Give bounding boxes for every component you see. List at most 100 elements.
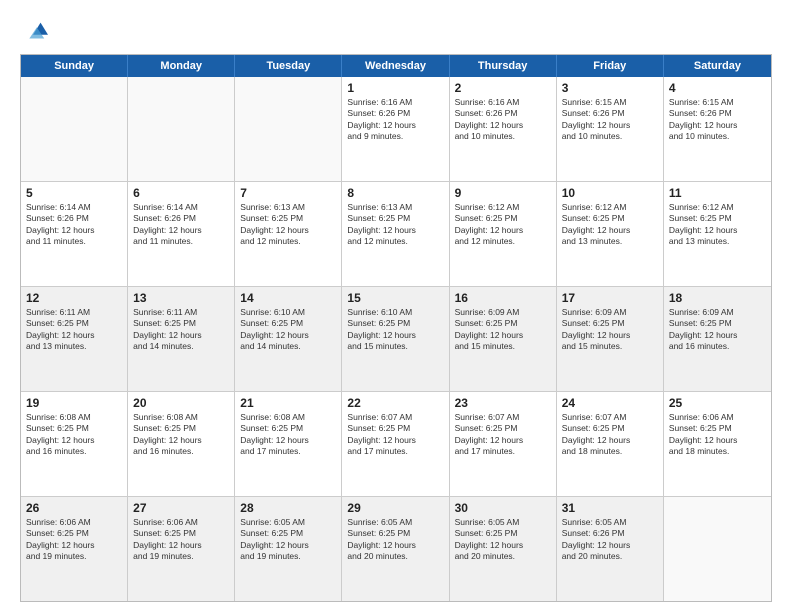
day-cell-27: 27Sunrise: 6:06 AM Sunset: 6:25 PM Dayli… [128, 497, 235, 601]
calendar-row-4: 26 Sunrise: 6:06 AM Sunset: 6:25 PM Dayli… [21, 497, 771, 601]
calendar: SundayMondayTuesdayWednesdayThursdayFrid… [20, 54, 772, 602]
day-cell-5: 5 Sunrise: 6:14 AM Sunset: 6:26 PM Daylig… [21, 182, 128, 286]
day-number: 16 [455, 291, 551, 305]
day-number: 5 [26, 186, 122, 200]
day-cell-23: 23 Sunrise: 6:07 AM Sunset: 6:25 PM Dayli… [450, 392, 557, 496]
day-info: Sunrise: 6:09 AM Sunset: 6:25 PM Dayligh… [562, 307, 658, 353]
day-number: 19 [26, 396, 122, 410]
day-number: 1 [347, 81, 443, 95]
day-number: 2 [455, 81, 551, 95]
day-number: 10 [562, 186, 658, 200]
day-info: Sunrise: 6:09 AM Sunset: 6:25 PM Dayligh… [455, 307, 551, 353]
day-info: Sunrise: 6:06 AM Sunset: 6:25 PM Dayligh… [669, 412, 766, 458]
day-info: Sunrise: 6:08 AM Sunset: 6:25 PM Dayligh… [240, 412, 336, 458]
day-info: Sunrise: 6:08 AM Sunset: 6:25 PM Dayligh… [26, 412, 122, 458]
empty-cell-r0c2 [235, 77, 342, 181]
day-number: 20 [133, 396, 229, 410]
day-cell-4: 4 Sunrise: 6:15 AM Sunset: 6:26 PM Daylig… [664, 77, 771, 181]
calendar-row-1: 5 Sunrise: 6:14 AM Sunset: 6:26 PM Daylig… [21, 182, 771, 287]
day-cell-15: 15Sunrise: 6:10 AM Sunset: 6:25 PM Dayli… [342, 287, 449, 391]
calendar-row-0: 1 Sunrise: 6:16 AM Sunset: 6:26 PM Daylig… [21, 77, 771, 182]
day-number: 6 [133, 186, 229, 200]
day-info: Sunrise: 6:07 AM Sunset: 6:25 PM Dayligh… [562, 412, 658, 458]
day-info: Sunrise: 6:11 AM Sunset: 6:25 PM Dayligh… [133, 307, 229, 353]
day-cell-19: 19 Sunrise: 6:08 AM Sunset: 6:25 PM Dayli… [21, 392, 128, 496]
day-info: Sunrise: 6:05 AM Sunset: 6:25 PM Dayligh… [347, 517, 443, 563]
day-info: Sunrise: 6:15 AM Sunset: 6:26 PM Dayligh… [669, 97, 766, 143]
day-cell-10: 10Sunrise: 6:12 AM Sunset: 6:25 PM Dayli… [557, 182, 664, 286]
day-number: 22 [347, 396, 443, 410]
day-number: 9 [455, 186, 551, 200]
logo [20, 18, 54, 46]
day-number: 3 [562, 81, 658, 95]
calendar-header: SundayMondayTuesdayWednesdayThursdayFrid… [21, 55, 771, 77]
header [20, 18, 772, 46]
day-cell-22: 22 Sunrise: 6:07 AM Sunset: 6:25 PM Dayli… [342, 392, 449, 496]
day-number: 12 [26, 291, 122, 305]
weekday-header-monday: Monday [128, 55, 235, 77]
day-number: 28 [240, 501, 336, 515]
day-cell-12: 12 Sunrise: 6:11 AM Sunset: 6:25 PM Dayli… [21, 287, 128, 391]
day-number: 23 [455, 396, 551, 410]
day-number: 31 [562, 501, 658, 515]
page: SundayMondayTuesdayWednesdayThursdayFrid… [0, 0, 792, 612]
day-info: Sunrise: 6:14 AM Sunset: 6:26 PM Dayligh… [26, 202, 122, 248]
day-cell-14: 14Sunrise: 6:10 AM Sunset: 6:25 PM Dayli… [235, 287, 342, 391]
empty-cell-r4c6 [664, 497, 771, 601]
day-number: 8 [347, 186, 443, 200]
empty-cell-r0c0 [21, 77, 128, 181]
weekday-header-saturday: Saturday [664, 55, 771, 77]
day-info: Sunrise: 6:05 AM Sunset: 6:26 PM Dayligh… [562, 517, 658, 563]
day-info: Sunrise: 6:07 AM Sunset: 6:25 PM Dayligh… [347, 412, 443, 458]
day-cell-21: 21 Sunrise: 6:08 AM Sunset: 6:25 PM Dayli… [235, 392, 342, 496]
day-cell-1: 1 Sunrise: 6:16 AM Sunset: 6:26 PM Daylig… [342, 77, 449, 181]
day-number: 17 [562, 291, 658, 305]
day-info: Sunrise: 6:06 AM Sunset: 6:25 PM Dayligh… [133, 517, 229, 563]
day-info: Sunrise: 6:13 AM Sunset: 6:25 PM Dayligh… [347, 202, 443, 248]
weekday-header-wednesday: Wednesday [342, 55, 449, 77]
day-cell-16: 16 Sunrise: 6:09 AM Sunset: 6:25 PM Dayli… [450, 287, 557, 391]
day-info: Sunrise: 6:16 AM Sunset: 6:26 PM Dayligh… [347, 97, 443, 143]
day-info: Sunrise: 6:07 AM Sunset: 6:25 PM Dayligh… [455, 412, 551, 458]
weekday-header-sunday: Sunday [21, 55, 128, 77]
day-info: Sunrise: 6:12 AM Sunset: 6:25 PM Dayligh… [455, 202, 551, 248]
day-cell-24: 24 Sunrise: 6:07 AM Sunset: 6:25 PM Dayli… [557, 392, 664, 496]
day-number: 24 [562, 396, 658, 410]
day-cell-25: 25 Sunrise: 6:06 AM Sunset: 6:25 PM Dayli… [664, 392, 771, 496]
weekday-header-tuesday: Tuesday [235, 55, 342, 77]
logo-icon [20, 18, 48, 46]
day-info: Sunrise: 6:08 AM Sunset: 6:25 PM Dayligh… [133, 412, 229, 458]
calendar-body: 1 Sunrise: 6:16 AM Sunset: 6:26 PM Daylig… [21, 77, 771, 601]
day-cell-30: 30Sunrise: 6:05 AM Sunset: 6:25 PM Dayli… [450, 497, 557, 601]
day-cell-26: 26 Sunrise: 6:06 AM Sunset: 6:25 PM Dayli… [21, 497, 128, 601]
day-cell-9: 9 Sunrise: 6:12 AM Sunset: 6:25 PM Daylig… [450, 182, 557, 286]
day-cell-7: 7 Sunrise: 6:13 AM Sunset: 6:25 PM Daylig… [235, 182, 342, 286]
day-info: Sunrise: 6:16 AM Sunset: 6:26 PM Dayligh… [455, 97, 551, 143]
day-cell-3: 3Sunrise: 6:15 AM Sunset: 6:26 PM Daylig… [557, 77, 664, 181]
day-number: 13 [133, 291, 229, 305]
day-cell-8: 8 Sunrise: 6:13 AM Sunset: 6:25 PM Daylig… [342, 182, 449, 286]
day-number: 18 [669, 291, 766, 305]
day-number: 29 [347, 501, 443, 515]
day-cell-11: 11Sunrise: 6:12 AM Sunset: 6:25 PM Dayli… [664, 182, 771, 286]
calendar-row-2: 12 Sunrise: 6:11 AM Sunset: 6:25 PM Dayli… [21, 287, 771, 392]
day-cell-6: 6 Sunrise: 6:14 AM Sunset: 6:26 PM Daylig… [128, 182, 235, 286]
day-number: 11 [669, 186, 766, 200]
day-info: Sunrise: 6:09 AM Sunset: 6:25 PM Dayligh… [669, 307, 766, 353]
day-number: 25 [669, 396, 766, 410]
day-number: 21 [240, 396, 336, 410]
day-number: 4 [669, 81, 766, 95]
day-number: 26 [26, 501, 122, 515]
day-cell-13: 13 Sunrise: 6:11 AM Sunset: 6:25 PM Dayli… [128, 287, 235, 391]
day-info: Sunrise: 6:14 AM Sunset: 6:26 PM Dayligh… [133, 202, 229, 248]
day-cell-29: 29 Sunrise: 6:05 AM Sunset: 6:25 PM Dayli… [342, 497, 449, 601]
day-cell-2: 2 Sunrise: 6:16 AM Sunset: 6:26 PM Daylig… [450, 77, 557, 181]
day-info: Sunrise: 6:06 AM Sunset: 6:25 PM Dayligh… [26, 517, 122, 563]
day-number: 7 [240, 186, 336, 200]
weekday-header-thursday: Thursday [450, 55, 557, 77]
day-cell-20: 20 Sunrise: 6:08 AM Sunset: 6:25 PM Dayli… [128, 392, 235, 496]
day-cell-17: 17 Sunrise: 6:09 AM Sunset: 6:25 PM Dayli… [557, 287, 664, 391]
day-info: Sunrise: 6:11 AM Sunset: 6:25 PM Dayligh… [26, 307, 122, 353]
day-info: Sunrise: 6:13 AM Sunset: 6:25 PM Dayligh… [240, 202, 336, 248]
day-cell-28: 28Sunrise: 6:05 AM Sunset: 6:25 PM Dayli… [235, 497, 342, 601]
